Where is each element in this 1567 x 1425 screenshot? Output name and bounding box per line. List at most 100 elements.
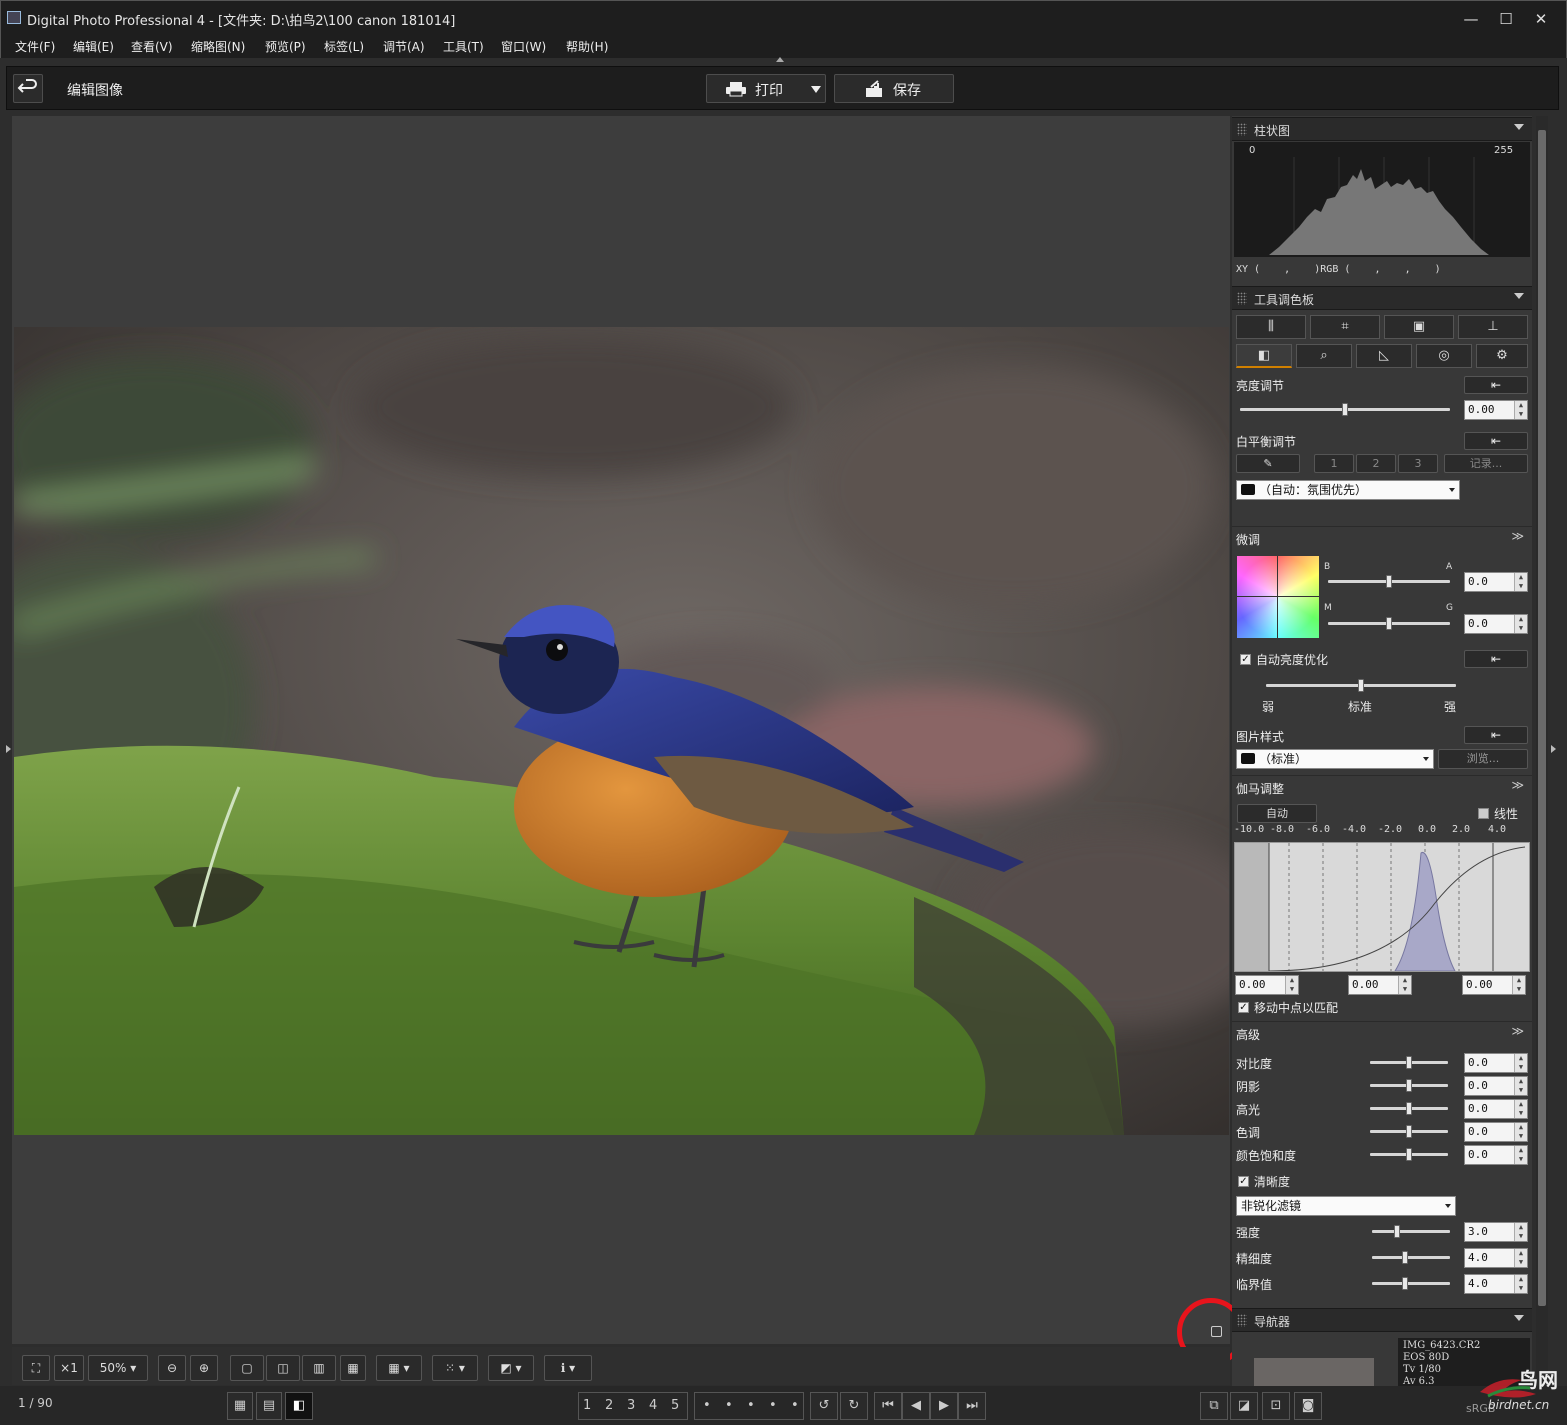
check-mark-3[interactable]: • [747,1398,755,1413]
mg-value[interactable]: 0.0 ▲ ▼ [1464,614,1528,634]
close-button[interactable]: ✕ [1526,7,1556,31]
scrollbar-thumb[interactable] [1538,130,1546,1306]
eyedropper-button[interactable]: ✎ [1236,454,1300,473]
menu-help[interactable]: 帮助(H) [566,38,608,55]
rating-2[interactable]: 2 [605,1398,613,1413]
print-dropdown-icon[interactable] [811,86,821,93]
strength-thumb[interactable] [1394,1225,1400,1238]
spin-arrows-icon[interactable]: ▲ ▼ [1285,976,1298,994]
wb-slot-2[interactable]: 2 [1356,454,1396,473]
rotate-right-button[interactable]: ↻ [840,1392,868,1420]
af-points-button[interactable]: ⁙ ▾ [432,1355,478,1381]
rating-5[interactable]: 5 [671,1398,679,1413]
wb-slot-3[interactable]: 3 [1398,454,1438,473]
advanced-header[interactable]: 高级 ≫ [1232,1021,1532,1045]
spin-arrows-icon[interactable]: ▲ ▼ [1514,1249,1527,1267]
minimize-button[interactable]: — [1456,7,1486,31]
color-grid[interactable] [1237,556,1319,638]
menu-view[interactable]: 查看(V) [131,38,173,55]
back-button[interactable] [13,74,43,103]
match-midpoint-checkbox[interactable]: ✓ [1238,1002,1249,1013]
zoom-out-button[interactable]: ⊖ [158,1355,186,1381]
check-mark-1[interactable]: • [703,1398,711,1413]
picture-style-select[interactable]: （标准） [1236,749,1434,769]
panel-scrollbar[interactable] [1536,116,1548,1386]
fullscreen-button[interactable]: ⛶ [22,1355,50,1381]
wb-preset-select[interactable]: （自动：氛围优先） [1236,480,1460,500]
spin-arrows-icon[interactable]: ▲ ▼ [1514,1054,1527,1072]
fineness-thumb[interactable] [1402,1251,1408,1264]
brightness-thumb[interactable] [1342,403,1348,416]
thumbnail-view-button[interactable]: ▦ [227,1392,253,1420]
menu-tools[interactable]: 工具(T) [443,38,484,55]
edit-view-button[interactable]: ◧ [285,1392,313,1420]
compare-original-button[interactable]: ⧉ [1200,1392,1228,1420]
wb-record-button[interactable]: 记录... [1444,454,1528,473]
navigator-header[interactable]: 导航器 [1232,1308,1532,1332]
collapse-toolbar-icon[interactable] [776,57,784,62]
spin-arrows-icon[interactable]: ▲ ▼ [1514,401,1527,419]
menu-thumbnail[interactable]: 缩略图(N) [191,38,245,55]
rating-3[interactable]: 3 [627,1398,635,1413]
maximize-button[interactable]: ☐ [1491,7,1521,31]
fineness-slider[interactable] [1372,1251,1450,1264]
prev-image-button[interactable]: ◀ [902,1392,930,1420]
alo-thumb[interactable] [1358,679,1364,692]
collapse-arrow-icon[interactable] [1514,1315,1524,1321]
alo-slider[interactable] [1266,679,1456,692]
capture-button[interactable]: ◙ [1294,1392,1322,1420]
spin-arrows-icon[interactable]: ▲ ▼ [1514,615,1527,633]
brightness-slider[interactable] [1240,403,1450,416]
next-image-button[interactable]: ▶ [930,1392,958,1420]
sync-button[interactable]: ▦ [340,1355,366,1381]
filmstrip-view-button[interactable]: ▤ [256,1392,282,1420]
check-mark-5[interactable]: • [791,1398,799,1413]
fine-tune-header[interactable]: 微调 ≫ [1232,526,1532,550]
expand-right-icon[interactable] [1551,745,1556,753]
tone-thumb[interactable] [1406,1125,1412,1138]
tool-palette-header[interactable]: 工具调色板 [1232,286,1532,310]
collapse-arrow-icon[interactable] [1514,124,1524,130]
menu-adjust[interactable]: 调节(A) [383,38,425,55]
style-reset-button[interactable]: ⇤ [1464,726,1528,744]
save-button[interactable]: 保存 [834,74,954,103]
photo-preview[interactable] [14,327,1229,1135]
spin-arrows-icon[interactable]: ▲ ▼ [1514,1123,1527,1141]
brightness-reset-button[interactable]: ⇤ [1464,376,1528,394]
histogram-header[interactable]: 柱状图 [1232,117,1532,141]
spin-arrows-icon[interactable]: ▲ ▼ [1514,1100,1527,1118]
wb-slot-1[interactable]: 1 [1314,454,1354,473]
spin-arrows-icon[interactable]: ▲ ▼ [1512,976,1525,994]
menu-label[interactable]: 标签(L) [324,38,364,55]
wb-reset-button[interactable]: ⇤ [1464,432,1528,450]
shadow-slider[interactable] [1370,1079,1448,1092]
gamma-white-value[interactable]: 0.00 ▲ ▼ [1462,975,1526,995]
mg-slider[interactable] [1328,617,1450,630]
check-mark-4[interactable]: • [769,1398,777,1413]
shadow-thumb[interactable] [1406,1079,1412,1092]
highlight-value[interactable]: 0.0 ▲ ▼ [1464,1099,1528,1119]
spin-arrows-icon[interactable]: ▲ ▼ [1514,1223,1527,1241]
single-view-button[interactable]: ▢ [230,1355,264,1381]
alo-reset-button[interactable]: ⇤ [1464,650,1528,668]
shadow-value[interactable]: 0.0 ▲ ▼ [1464,1076,1528,1096]
tab-exposure[interactable]: ◧ [1236,344,1292,368]
spin-arrows-icon[interactable]: ▲ ▼ [1514,1275,1527,1293]
sharpness-checkbox[interactable]: ✓ [1238,1176,1249,1187]
contrast-slider[interactable] [1370,1056,1448,1069]
gamma-curve-plot[interactable] [1234,842,1530,972]
highlight-warning-button[interactable]: ◩ ▾ [488,1355,534,1381]
print-button[interactable]: 打印 [706,74,826,103]
first-image-button[interactable]: ⏮ [874,1392,902,1420]
zoom-select[interactable]: 50% ▾ [88,1355,148,1381]
tab-stamp[interactable]: ⊥ [1458,315,1528,339]
tab-detail[interactable]: ⌕ [1296,344,1352,368]
gamma-auto-button[interactable]: 自动 [1237,804,1317,823]
tab-settings[interactable]: ⚙ [1476,344,1528,368]
ba-value[interactable]: 0.0 ▲ ▼ [1464,572,1528,592]
linear-checkbox[interactable] [1478,808,1489,819]
threshold-slider[interactable] [1372,1277,1450,1290]
before-after-button[interactable]: ◪ [1230,1392,1258,1420]
threshold-value[interactable]: 4.0 ▲ ▼ [1464,1274,1528,1294]
gamma-black-value[interactable]: 0.00 ▲ ▼ [1235,975,1299,995]
